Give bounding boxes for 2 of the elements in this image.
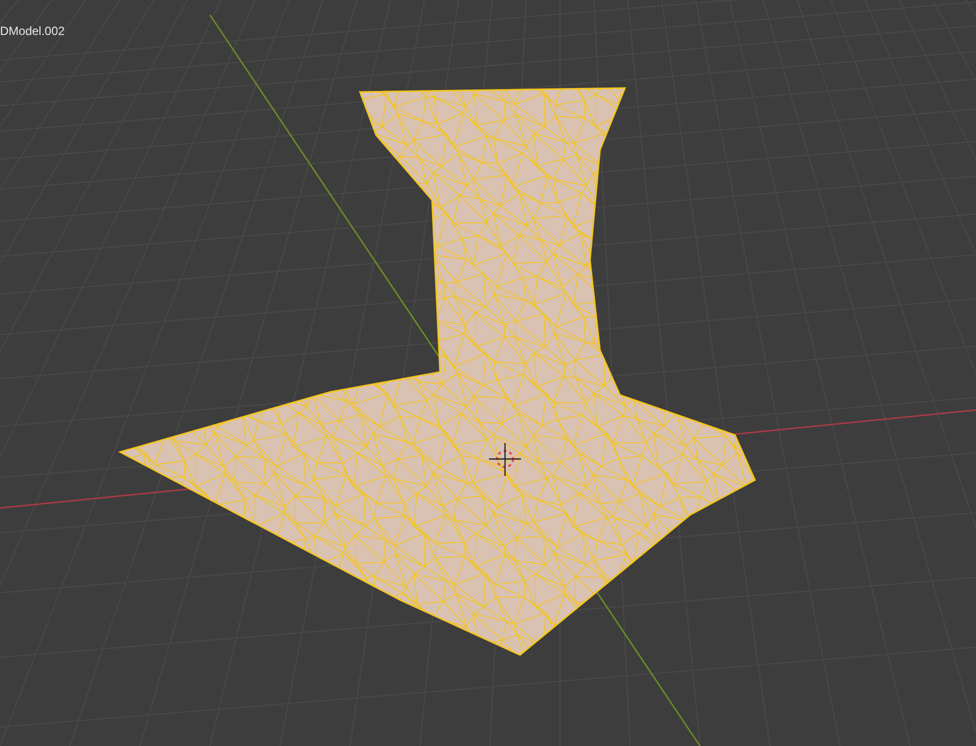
object-name-label: DModel.002 <box>0 23 65 40</box>
3d-cursor-icon <box>489 443 521 476</box>
